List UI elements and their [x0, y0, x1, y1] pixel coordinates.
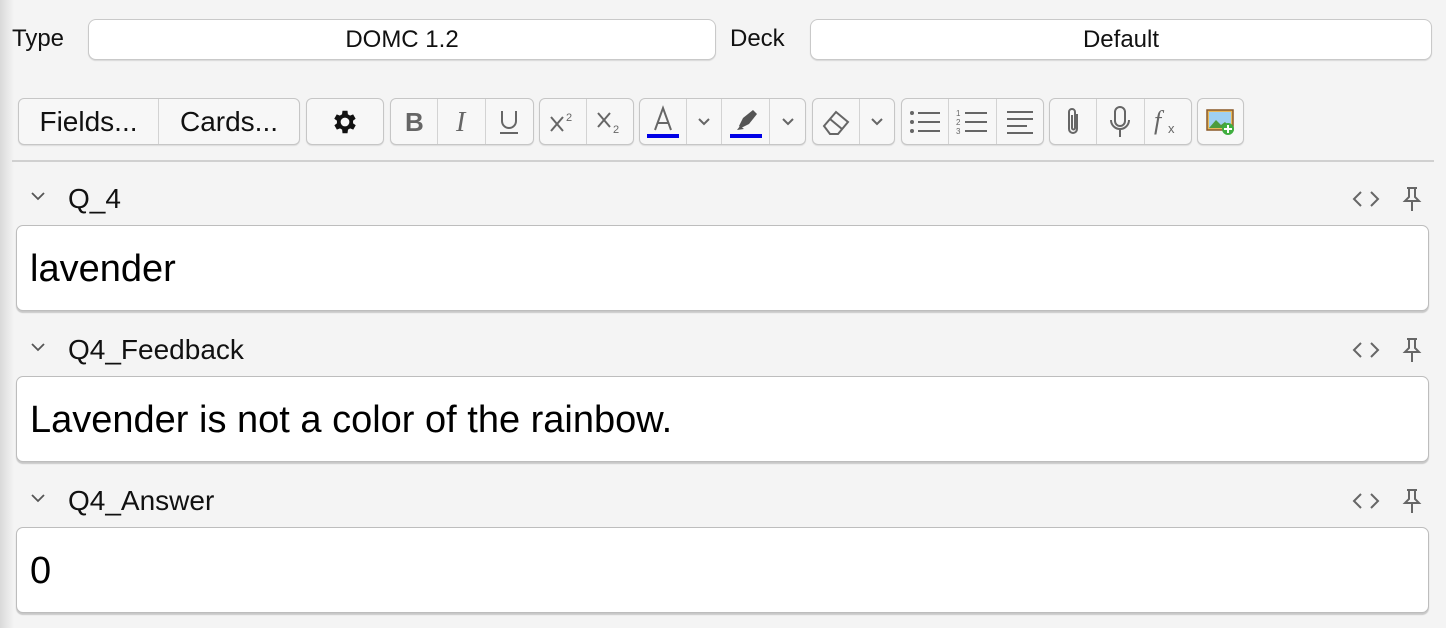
subscript-icon: 2	[597, 111, 619, 135]
svg-text:2: 2	[613, 124, 619, 135]
svg-text:1: 1	[956, 109, 961, 118]
microphone-icon	[1110, 105, 1131, 137]
underline-icon	[500, 110, 519, 134]
formula-icon: fx	[1154, 107, 1175, 136]
record-audio-button[interactable]	[1097, 99, 1145, 144]
field-value[interactable]: 0	[30, 550, 51, 593]
chevron-down-icon	[698, 117, 710, 125]
fields-button-label: Fields...	[39, 105, 138, 137]
options-group	[306, 98, 384, 145]
numbered-list-button[interactable]: 123	[949, 99, 997, 144]
field-name: Q4_Answer	[68, 485, 215, 516]
text-color-button[interactable]	[640, 99, 688, 144]
script-group: 2 2	[539, 98, 634, 145]
highlight-button[interactable]	[722, 99, 771, 144]
attach-button[interactable]	[1050, 99, 1098, 144]
field-value[interactable]: Lavender is not a color of the rainbow.	[30, 399, 672, 442]
italic-button[interactable]: I	[438, 99, 486, 144]
bullet-list-icon	[910, 110, 941, 133]
type-label: Type	[12, 25, 65, 52]
numbered-list-icon: 123	[956, 109, 988, 135]
note-type-value: DOMC 1.2	[345, 25, 459, 53]
clear-format-dropdown[interactable]	[860, 99, 894, 144]
highlight-icon	[729, 109, 762, 138]
bold-button[interactable]: B	[391, 99, 439, 144]
field-header: Q_4	[0, 182, 1446, 218]
bold-icon: B	[405, 109, 424, 135]
html-editor-toggle-icon[interactable]	[1352, 190, 1380, 208]
field-name: Q4_Feedback	[68, 334, 244, 365]
svg-text:f: f	[1154, 107, 1165, 135]
field-value[interactable]: lavender	[30, 248, 176, 291]
window-edge-shadow	[0, 0, 14, 628]
list-group: 123	[901, 98, 1044, 145]
cards-button[interactable]: Cards...	[159, 99, 299, 144]
svg-text:2: 2	[566, 112, 572, 124]
fields-cards-group: Fields... Cards...	[18, 98, 300, 145]
text-color-dropdown[interactable]	[687, 99, 722, 144]
svg-text:x: x	[1168, 121, 1175, 136]
image-occlusion-icon	[1205, 108, 1234, 135]
chevron-down-icon	[781, 117, 794, 125]
image-occlusion-group	[1197, 98, 1244, 145]
chevron-down-icon	[871, 117, 883, 125]
cards-button-label: Cards...	[179, 105, 279, 137]
field-name: Q_4	[68, 183, 121, 214]
field-header: Q4_Feedback	[0, 333, 1446, 369]
svg-text:B: B	[405, 109, 424, 135]
alignment-button[interactable]	[997, 99, 1043, 144]
image-occlusion-button[interactable]	[1198, 99, 1243, 144]
superscript-icon: 2	[550, 112, 572, 132]
svg-text:I: I	[455, 109, 467, 135]
options-button[interactable]	[307, 99, 383, 144]
gear-icon	[334, 110, 356, 133]
svg-text:2: 2	[956, 118, 961, 127]
formula-button[interactable]: fx	[1145, 99, 1191, 144]
field-header: Q4_Answer	[0, 484, 1446, 520]
deck-label: Deck	[730, 25, 785, 52]
field-editor[interactable]: Lavender is not a color of the rainbow.	[16, 376, 1429, 462]
media-group: fx	[1049, 98, 1192, 145]
field-editor[interactable]: 0	[16, 527, 1429, 613]
svg-text:3: 3	[956, 127, 961, 135]
editor-toolbar: Fields... Cards... B I 2 2 1 2 3 f x	[0, 98, 1446, 148]
bullet-list-button[interactable]	[902, 99, 950, 144]
underline-button[interactable]	[486, 99, 533, 144]
align-icon	[1006, 110, 1033, 134]
text-color-icon	[647, 104, 680, 138]
text-style-group: B I	[390, 98, 534, 145]
subscript-button[interactable]: 2	[587, 99, 633, 144]
field-editor[interactable]: lavender	[16, 225, 1429, 311]
paperclip-icon	[1068, 107, 1079, 134]
eraser-icon	[822, 110, 850, 135]
deck-button[interactable]: Default	[810, 19, 1432, 60]
color-group	[639, 98, 806, 145]
italic-icon: I	[455, 109, 467, 135]
pin-icon[interactable]	[1402, 337, 1422, 363]
pin-icon[interactable]	[1402, 186, 1422, 212]
collapse-chevron-icon[interactable]	[29, 492, 47, 504]
html-editor-toggle-icon[interactable]	[1352, 492, 1380, 510]
eraser-group	[812, 98, 895, 145]
superscript-button[interactable]: 2	[540, 99, 587, 144]
collapse-chevron-icon[interactable]	[29, 341, 47, 353]
note-type-button[interactable]: DOMC 1.2	[88, 19, 716, 60]
pin-icon[interactable]	[1402, 488, 1422, 514]
collapse-chevron-icon[interactable]	[29, 190, 47, 202]
deck-value: Default	[1082, 25, 1160, 53]
clear-format-button[interactable]	[813, 99, 860, 144]
toolbar-divider	[12, 160, 1434, 162]
fields-button[interactable]: Fields...	[19, 99, 159, 144]
note-type-deck-bar: Type DOMC 1.2 Deck Default	[0, 0, 1446, 80]
html-editor-toggle-icon[interactable]	[1352, 341, 1380, 359]
highlight-dropdown[interactable]	[770, 99, 805, 144]
